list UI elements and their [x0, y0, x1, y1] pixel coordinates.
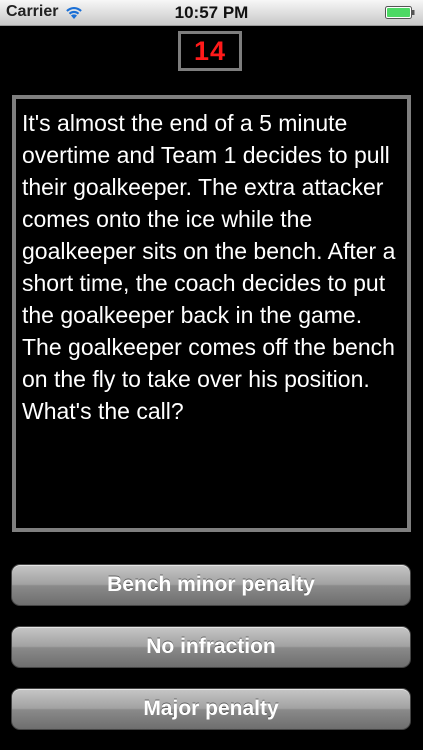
question-text: It's almost the end of a 5 minute overti… — [22, 110, 396, 424]
answer-button-major-penalty[interactable]: Major penalty — [11, 688, 411, 730]
answer-label: No infraction — [146, 635, 276, 658]
timer-value: 14 — [193, 35, 227, 66]
answer-button-bench-minor-penalty[interactable]: Bench minor penalty — [11, 564, 411, 606]
countdown-timer: 14 — [178, 31, 242, 71]
answer-label: Bench minor penalty — [107, 573, 315, 596]
battery-icon — [385, 6, 415, 19]
status-time: 10:57 PM — [174, 3, 249, 22]
answer-label: Major penalty — [143, 697, 279, 720]
status-bar: Carrier 10:57 PM — [0, 0, 423, 26]
answer-button-no-infraction[interactable]: No infraction — [11, 626, 411, 668]
question-panel: It's almost the end of a 5 minute overti… — [12, 95, 411, 532]
